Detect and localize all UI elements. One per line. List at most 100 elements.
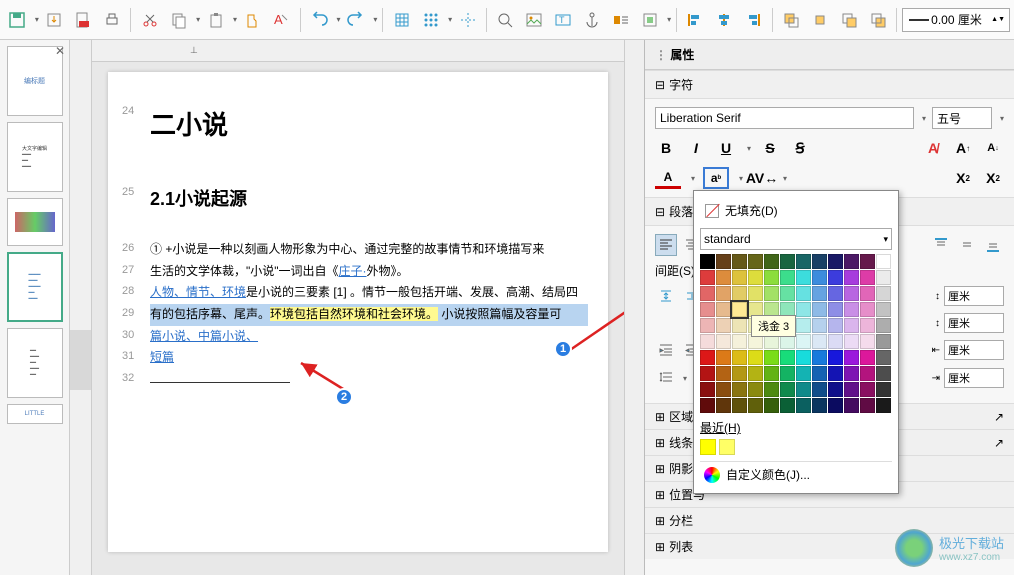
color-swatch[interactable]: [812, 366, 827, 381]
color-swatch[interactable]: [796, 334, 811, 349]
color-swatch[interactable]: [860, 318, 875, 333]
indent-right-input[interactable]: [944, 368, 1004, 388]
color-swatch[interactable]: [764, 350, 779, 365]
color-swatch[interactable]: [812, 302, 827, 317]
color-swatch[interactable]: [860, 302, 875, 317]
redo-icon[interactable]: [343, 6, 370, 34]
color-swatch[interactable]: [844, 382, 859, 397]
color-swatch[interactable]: [812, 318, 827, 333]
indent-left-input[interactable]: [944, 340, 1004, 360]
anchor-icon[interactable]: [579, 6, 606, 34]
color-swatch[interactable]: [700, 350, 715, 365]
color-swatch[interactable]: [796, 366, 811, 381]
color-swatch[interactable]: [828, 350, 843, 365]
color-swatch[interactable]: [796, 318, 811, 333]
color-swatch[interactable]: [748, 382, 763, 397]
color-swatch[interactable]: [828, 286, 843, 301]
insert-image-icon[interactable]: [521, 6, 548, 34]
color-swatch[interactable]: [732, 286, 747, 301]
scrollbar-vertical[interactable]: [624, 40, 644, 575]
color-swatch[interactable]: [812, 286, 827, 301]
guides-icon[interactable]: [454, 6, 481, 34]
align-left-icon[interactable]: [682, 6, 709, 34]
thumb-6[interactable]: LITTLE: [7, 404, 63, 424]
color-swatch[interactable]: [748, 398, 763, 413]
export-icon[interactable]: [41, 6, 68, 34]
color-swatch[interactable]: [844, 398, 859, 413]
color-swatch[interactable]: [844, 334, 859, 349]
color-swatch[interactable]: [876, 286, 891, 301]
color-swatch[interactable]: [748, 270, 763, 285]
color-swatch[interactable]: [700, 318, 715, 333]
palette-select[interactable]: standard▾: [700, 228, 892, 250]
color-swatch[interactable]: [732, 382, 747, 397]
font-color-button[interactable]: A: [655, 167, 681, 189]
color-swatch[interactable]: [876, 398, 891, 413]
object-icon[interactable]: [636, 6, 663, 34]
color-swatch[interactable]: [812, 350, 827, 365]
highlight-color-button[interactable]: aᵇ: [703, 167, 729, 189]
line-spacing-button[interactable]: [655, 367, 677, 389]
color-swatch[interactable]: [812, 382, 827, 397]
color-swatch[interactable]: [844, 366, 859, 381]
color-swatch[interactable]: [796, 382, 811, 397]
color-swatch[interactable]: [700, 286, 715, 301]
valign-mid-button[interactable]: [956, 234, 978, 256]
color-swatch[interactable]: [860, 366, 875, 381]
inc-spacing-button[interactable]: [655, 285, 677, 307]
thumb-5[interactable]: ━━━━━━━━━━━━: [7, 328, 63, 398]
shrink-font-icon[interactable]: A↓: [982, 137, 1004, 159]
color-swatch[interactable]: [780, 286, 795, 301]
color-swatch[interactable]: [828, 334, 843, 349]
save-icon[interactable]: [4, 6, 31, 34]
color-swatch[interactable]: [796, 270, 811, 285]
valign-top-button[interactable]: [930, 234, 952, 256]
color-swatch[interactable]: [844, 270, 859, 285]
font-name-input[interactable]: [655, 107, 914, 129]
color-swatch[interactable]: [796, 302, 811, 317]
color-swatch[interactable]: [828, 254, 843, 269]
space-above-input[interactable]: [944, 286, 1004, 306]
valign-bot-button[interactable]: [982, 234, 1004, 256]
color-swatch[interactable]: [812, 334, 827, 349]
superscript-button[interactable]: X2: [952, 167, 974, 189]
bold-button[interactable]: B: [655, 137, 677, 159]
color-swatch[interactable]: [716, 254, 731, 269]
color-swatch[interactable]: [716, 366, 731, 381]
color-swatch[interactable]: [876, 318, 891, 333]
color-swatch[interactable]: [876, 366, 891, 381]
color-swatch[interactable]: [700, 366, 715, 381]
color-swatch[interactable]: [716, 382, 731, 397]
color-swatch[interactable]: [828, 366, 843, 381]
color-swatch[interactable]: [860, 382, 875, 397]
snap-icon[interactable]: [417, 6, 444, 34]
textbox-icon[interactable]: T: [550, 6, 577, 34]
color-swatch[interactable]: [796, 350, 811, 365]
close-icon[interactable]: ✕: [55, 44, 65, 58]
color-swatch[interactable]: [844, 286, 859, 301]
zoom-icon[interactable]: [492, 6, 519, 34]
color-swatch[interactable]: [876, 254, 891, 269]
color-swatch[interactable]: [828, 382, 843, 397]
color-swatch[interactable]: [780, 350, 795, 365]
color-swatch[interactable]: [732, 366, 747, 381]
print-icon[interactable]: [99, 6, 126, 34]
bring-front-icon[interactable]: [778, 6, 805, 34]
color-swatch[interactable]: [828, 270, 843, 285]
font-size-input[interactable]: [932, 107, 992, 129]
thumb-2[interactable]: 大文字编辑━━━━━━━━: [7, 122, 63, 192]
color-swatch[interactable]: [732, 350, 747, 365]
hyperlink[interactable]: 庄子·: [339, 264, 367, 278]
recent-swatch[interactable]: [700, 439, 716, 455]
color-swatch[interactable]: [828, 318, 843, 333]
color-swatch[interactable]: [876, 334, 891, 349]
wrap-icon[interactable]: [607, 6, 634, 34]
clear-char-icon[interactable]: A̸: [922, 137, 944, 159]
color-swatch[interactable]: [716, 398, 731, 413]
color-swatch[interactable]: [716, 334, 731, 349]
color-swatch[interactable]: [748, 366, 763, 381]
color-swatch[interactable]: [812, 398, 827, 413]
forward-icon[interactable]: [806, 6, 833, 34]
color-swatch[interactable]: [764, 398, 779, 413]
color-swatch[interactable]: [812, 270, 827, 285]
